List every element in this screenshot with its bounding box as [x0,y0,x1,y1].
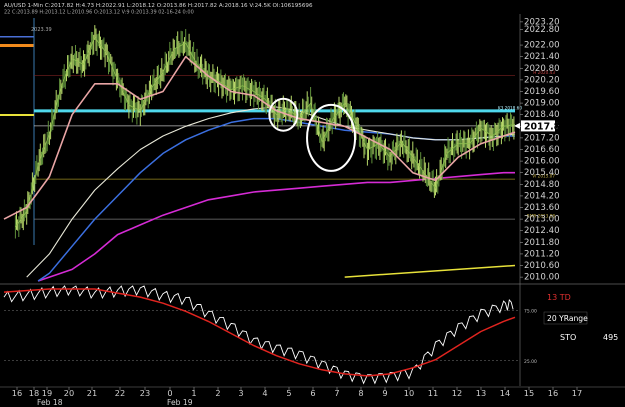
y-tick-label: 2019.60 [524,87,560,97]
y-tick-label: 2021.40 [524,52,560,62]
osc-label-sto: STO [560,333,576,342]
x-tick-label: 1 [191,388,196,398]
x-tick-label: 2 [215,388,220,398]
osc-y-tick-label: 25.00 [524,359,537,365]
y-tick-label: 2019.00 [524,99,560,109]
x-tick-label: 17 [572,388,582,398]
x-tick-label: 7 [334,388,339,398]
x-tick-label: 11 [428,388,438,398]
y-tick-label: 2022.00 [524,41,560,51]
x-tick-label: 20 [64,388,74,398]
x-tick-label: 8 [358,388,363,398]
x-tick-label: 9 [382,388,387,398]
x-tick-label: 23 [140,388,150,398]
level-label-1: K3 2018.60 [498,105,522,110]
x-tick-label: 3 [238,388,243,398]
left-marker-blue [0,36,34,38]
header-corner-value: 2023.39 [31,27,52,33]
x-tick-label: 14 [500,388,510,398]
osc-label-td: 13 TD [547,293,571,302]
y-tick-label: 2010.00 [524,273,560,283]
y-tick-label: 2016.00 [524,157,560,167]
y-tick-label: 2020.20 [524,75,560,85]
x-date-label: Feb 19 [167,398,193,407]
x-date-label: Feb 18 [37,398,63,407]
x-tick-label: 22 [115,388,125,398]
y-tick-label: 2020.80 [524,64,560,74]
y-tick-label: 2015.40 [524,168,560,178]
left-marker-yellow [0,114,34,116]
chart-window: H 2020.43 K3 2018.60 VI 2015.07 RMR 2013.88… [0,0,625,407]
y-tick-label: 2010.60 [524,261,560,271]
x-tick-label: 12 [452,388,462,398]
y-tick-label: 2014.80 [524,180,560,190]
y-tick-label: 2014.20 [524,191,560,201]
x-tick-label: 13 [476,388,486,398]
x-tick-label: 19 [42,388,52,398]
x-tick-label: 0 [167,388,172,398]
y-tick-label: 2013.00 [524,215,560,225]
price-chart: H 2020.43K3 2018.60VI 2015.07RMR 2013.88… [0,0,625,407]
y-tick-label: 2016.60 [524,145,560,155]
y-tick-label: 2022.80 [524,25,560,35]
x-tick-label: 18 [29,388,39,398]
y-tick-label: 2011.20 [524,249,560,259]
x-tick-label: 10 [404,388,414,398]
x-tick-label: 21 [87,388,97,398]
y-tick-label: 2012.40 [524,226,560,236]
x-tick-label: 5 [286,388,291,398]
y-tick-label: 2013.60 [524,203,560,213]
y-tick-label: 2017.20 [524,133,560,143]
osc-label-yrange: 20 YRange [547,314,588,323]
x-tick-label: 4 [262,388,267,398]
y-tick-label: 2011.80 [524,238,560,248]
last-price-label: 2017.82 [524,121,567,132]
header-line-1: AU/USD 1-Min C:2017.82 H:4.73 H:2022.91 … [4,3,313,9]
x-tick-label: 15 [524,388,534,398]
x-tick-label: 16 [12,388,22,398]
left-marker-orange [0,44,34,47]
osc-y-tick-label: 75.00 [524,308,537,314]
header-line-2: 22 C:2013.89 H:2013.12 L:2010.96 O:2013.… [4,10,194,16]
y-tick-label: 2018.40 [524,110,560,120]
x-tick-label: 6 [310,388,315,398]
x-tick-label: 16 [548,388,558,398]
osc-value-label: 495 [603,333,618,342]
